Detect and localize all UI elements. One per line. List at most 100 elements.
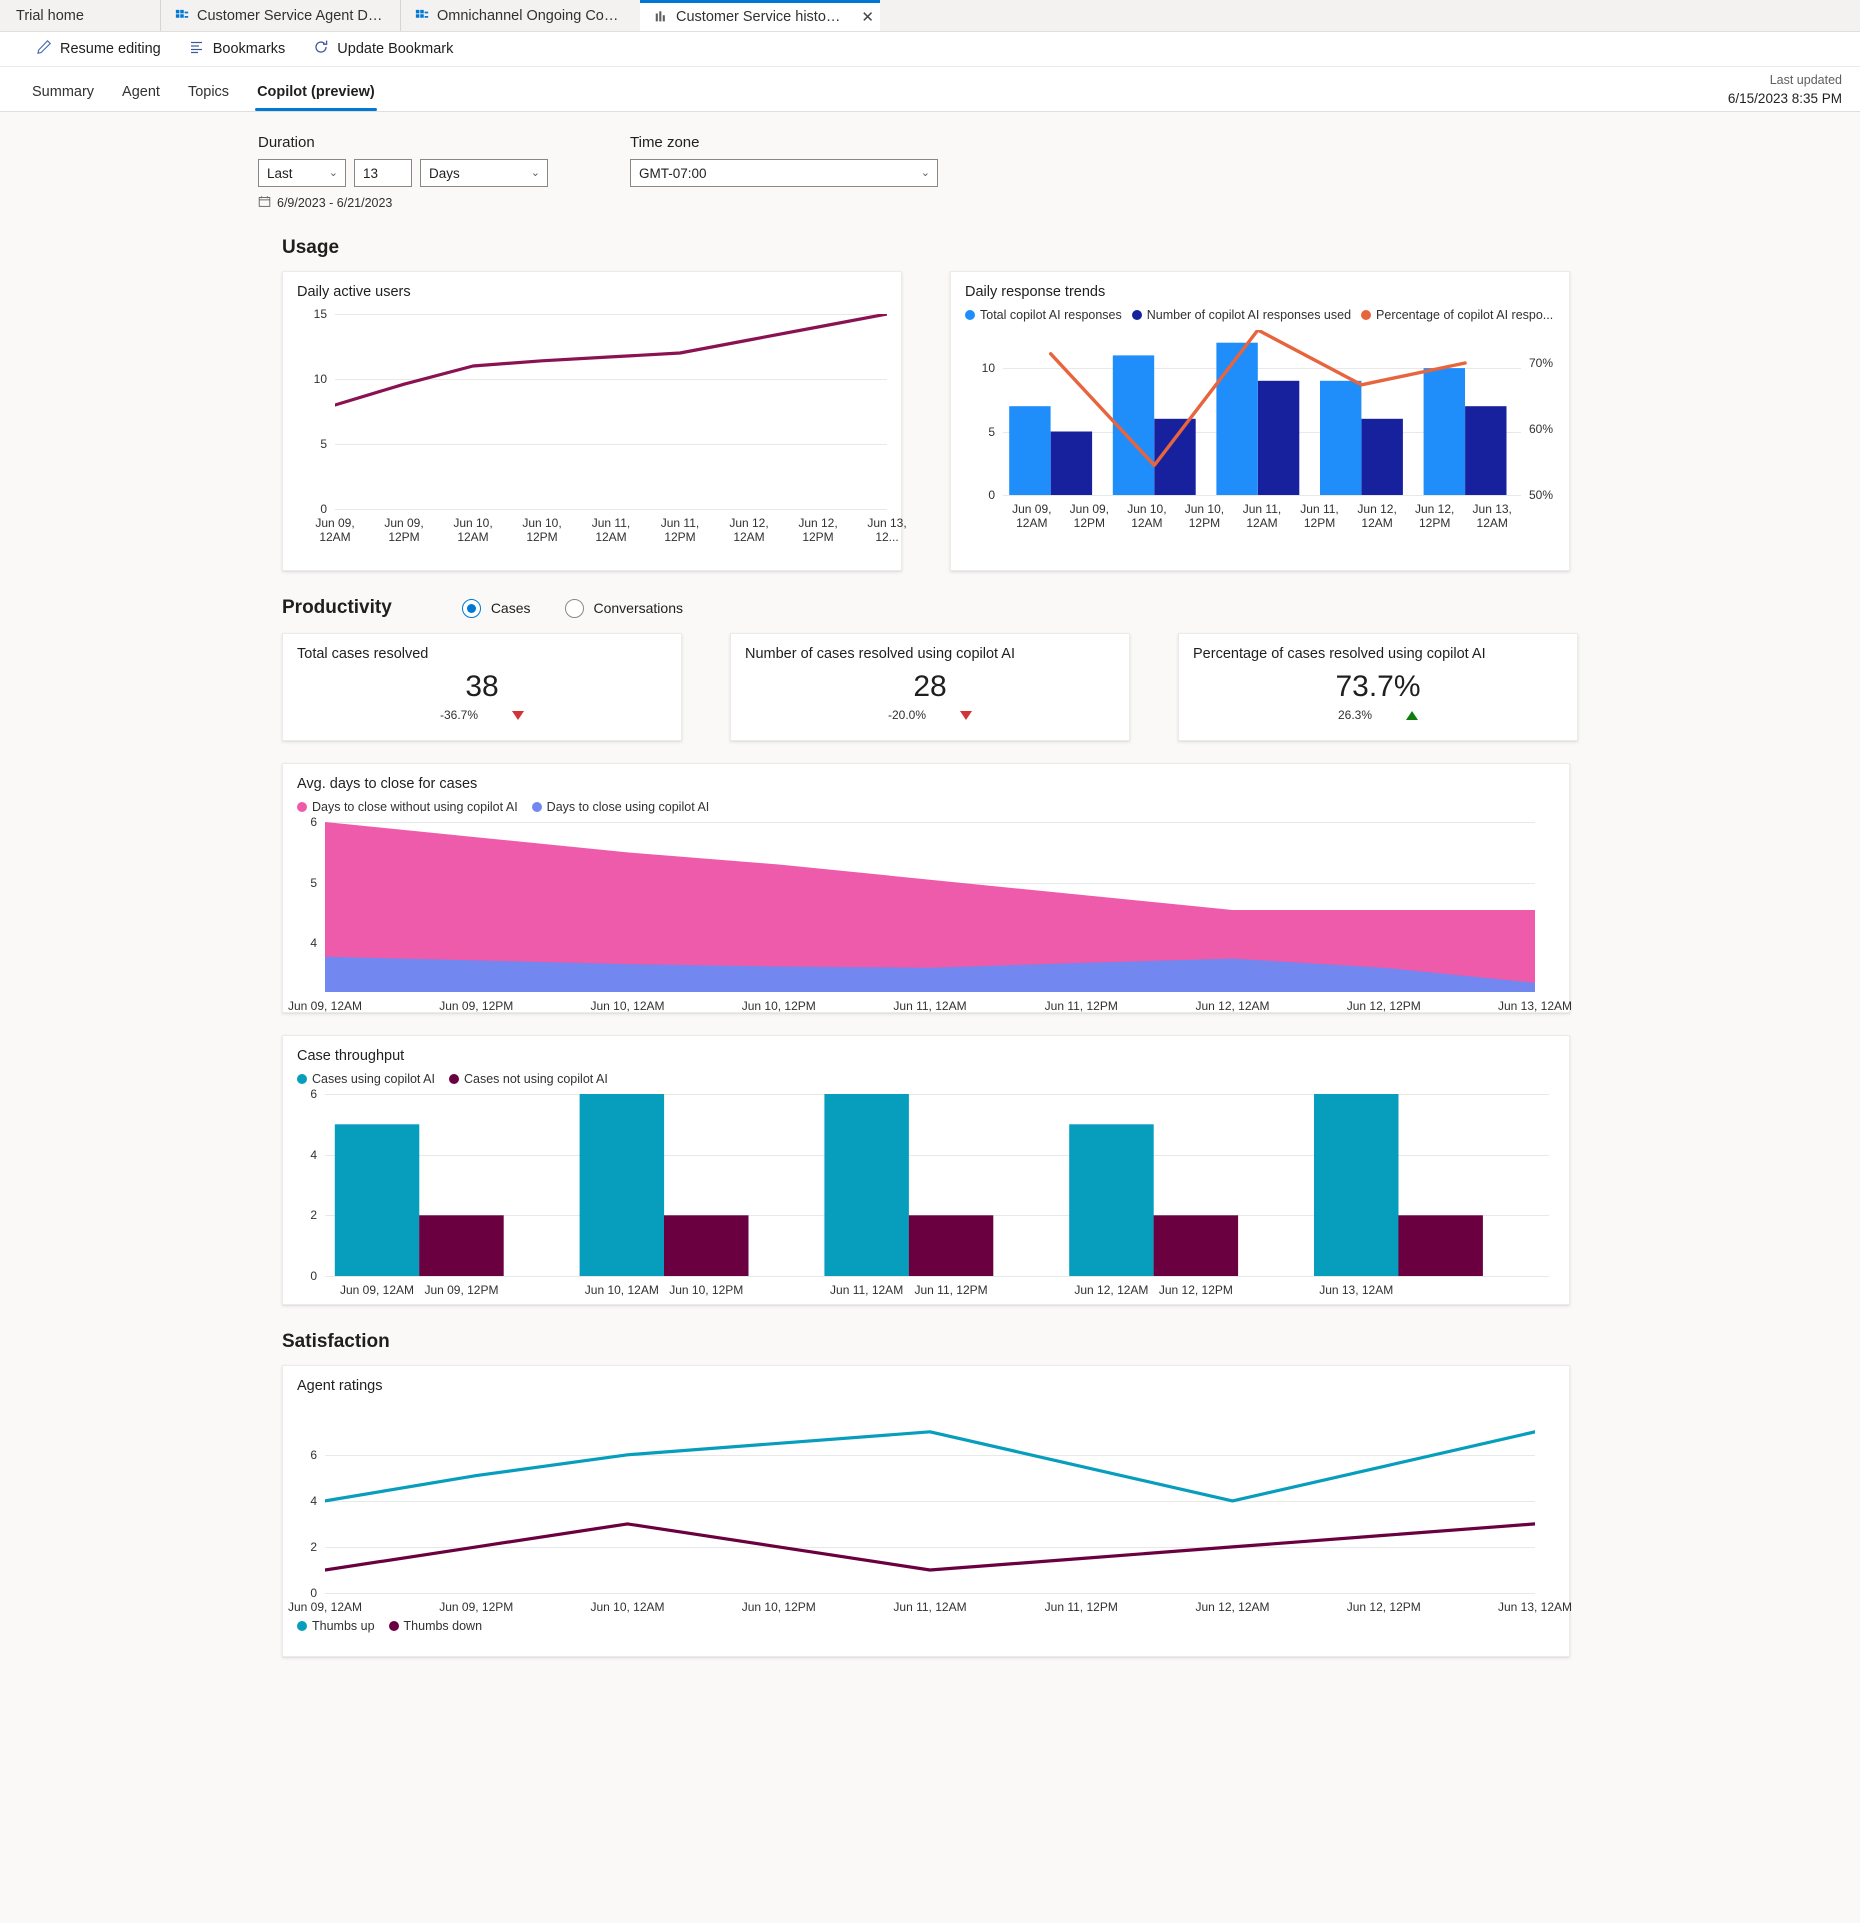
radio-cases[interactable]: Cases: [462, 599, 531, 618]
legend-dot-icon: [297, 1074, 307, 1084]
bar: [909, 1215, 994, 1276]
y-axis-tick: 0: [285, 1269, 317, 1283]
case-throughput-plot: 0246Jun 09, 12AMJun 09, 12PMJun 10, 12AM…: [325, 1094, 1549, 1276]
trial-home-label: Trial home: [16, 8, 84, 24]
section-title-usage: Usage: [282, 237, 1860, 259]
kpi-title: Total cases resolved: [283, 634, 681, 662]
section-title-satisfaction: Satisfaction: [282, 1331, 1860, 1353]
gridline: [325, 1593, 1535, 1594]
bookmarks-icon: [189, 39, 205, 59]
legend-item[interactable]: Cases not using copilot AI: [449, 1072, 608, 1086]
trend-down-icon: [512, 711, 524, 720]
x-axis-tick: Jun 13, 12AM: [1490, 1601, 1580, 1615]
last-updated: Last updated 6/15/2023 8:35 PM: [1728, 71, 1842, 109]
bookmarks-label: Bookmarks: [213, 41, 286, 57]
close-icon[interactable]: ✕: [861, 10, 874, 25]
y-axis-tick: 6: [285, 1087, 317, 1101]
trial-home-link[interactable]: Trial home: [0, 0, 160, 31]
duration-filter-group: Duration Last ⌄ 13 Days ⌄ 6/9/2023 - 6/2…: [258, 134, 548, 211]
kpi-value: 73.7%: [1179, 670, 1577, 704]
filter-bar: Duration Last ⌄ 13 Days ⌄ 6/9/2023 - 6/2…: [0, 112, 1860, 211]
chart-svg: [1003, 330, 1521, 495]
chart-svg: [325, 822, 1535, 992]
date-range-text: 6/9/2023 - 6/21/2023: [277, 196, 392, 210]
browser-tab-3[interactable]: Customer Service historica... ✕: [640, 0, 880, 31]
bar: [1216, 343, 1257, 495]
x-axis-tick: Jun 09, 12PM: [411, 1284, 511, 1298]
y-axis-tick: 10: [963, 361, 995, 375]
legend-item[interactable]: Thumbs down: [389, 1619, 483, 1633]
tab-summary-label: Summary: [32, 84, 94, 100]
chart-svg: [325, 1418, 1535, 1593]
update-bookmark-label: Update Bookmark: [337, 41, 453, 57]
chart-svg: [335, 314, 887, 509]
legend-item[interactable]: Percentage of copilot AI respo...: [1361, 308, 1553, 322]
tab-topics[interactable]: Topics: [174, 84, 243, 111]
legend-item[interactable]: Days to close using copilot AI: [532, 800, 710, 814]
legend-dot-icon: [297, 1621, 307, 1631]
chart-svg: [325, 1094, 1549, 1276]
radio-conversations[interactable]: Conversations: [565, 599, 684, 618]
browser-tab-3-label: Customer Service historica...: [676, 9, 843, 25]
avg-days-to-close-wrapper: Avg. days to close for cases Days to clo…: [0, 763, 1860, 1013]
duration-value-input[interactable]: 13: [354, 159, 412, 187]
kpi-title: Percentage of cases resolved using copil…: [1179, 634, 1577, 662]
legend-label: Cases not using copilot AI: [464, 1072, 608, 1086]
legend-item[interactable]: Thumbs up: [297, 1619, 375, 1633]
update-bookmark-button[interactable]: Update Bookmark: [301, 35, 465, 63]
bar: [1320, 381, 1361, 495]
resume-editing-button[interactable]: Resume editing: [24, 35, 173, 63]
x-axis-tick: Jun 09, 12AM: [280, 1601, 370, 1615]
bar: [1465, 406, 1506, 495]
gridline: [335, 509, 887, 510]
usage-chart-row: Daily active users 051015Jun 09, 12AMJun…: [0, 271, 1860, 571]
tab-agent[interactable]: Agent: [108, 84, 174, 111]
series-path: [325, 1524, 1535, 1570]
duration-unit-select[interactable]: Days ⌄: [420, 159, 548, 187]
card-avg-days-to-close: Avg. days to close for cases Days to clo…: [282, 763, 1570, 1013]
x-axis-tick: Jun 10, 12AM: [583, 1601, 673, 1615]
legend-label: Cases using copilot AI: [312, 1072, 435, 1086]
series-path: [325, 1432, 1535, 1501]
gridline: [1003, 495, 1521, 496]
browser-tab-1[interactable]: Customer Service Agent Dash...: [160, 0, 400, 31]
tab-copilot-preview[interactable]: Copilot (preview): [243, 84, 389, 111]
browser-tab-2[interactable]: Omnichannel Ongoing Conve...: [400, 0, 640, 31]
legend-dot-icon: [965, 310, 975, 320]
legend-item[interactable]: Total copilot AI responses: [965, 308, 1122, 322]
legend-dot-icon: [449, 1074, 459, 1084]
kpi-title: Number of cases resolved using copilot A…: [731, 634, 1129, 662]
daily-active-users-title: Daily active users: [283, 272, 901, 300]
y-axis-tick: 6: [285, 1448, 317, 1462]
kpi-delta-value: 26.3%: [1338, 708, 1372, 722]
y-axis-tick: 4: [285, 1494, 317, 1508]
command-bar: Resume editing Bookmarks Update Bookmark: [0, 32, 1860, 67]
y-axis-tick: 5: [295, 437, 327, 451]
bar: [1362, 419, 1403, 495]
bar: [580, 1094, 665, 1276]
tab-topics-label: Topics: [188, 84, 229, 100]
y-axis-tick: 5: [963, 425, 995, 439]
timezone-select[interactable]: GMT-07:00 ⌄: [630, 159, 938, 187]
bookmarks-button[interactable]: Bookmarks: [177, 35, 298, 63]
y-axis-tick: 0: [295, 502, 327, 516]
legend-dot-icon: [1361, 310, 1371, 320]
agent-ratings-title: Agent ratings: [283, 1366, 1569, 1394]
agent-ratings-plot: 0246Jun 09, 12AMJun 09, 12PMJun 10, 12AM…: [325, 1418, 1535, 1593]
date-range: 6/9/2023 - 6/21/2023: [258, 195, 548, 211]
x-axis-tick: Jun 13, 12AM: [1490, 1000, 1580, 1014]
x-axis-tick: Jun 12, 12PM: [1339, 1601, 1429, 1615]
duration-mode-select[interactable]: Last ⌄: [258, 159, 346, 187]
x-axis-tick: Jun 12, 12PM: [1146, 1284, 1246, 1298]
legend-item[interactable]: Days to close without using copilot AI: [297, 800, 518, 814]
legend-item[interactable]: Cases using copilot AI: [297, 1072, 435, 1086]
bar: [824, 1094, 909, 1276]
dashboard-icon: [415, 9, 429, 23]
legend-item[interactable]: Number of copilot AI responses used: [1132, 308, 1351, 322]
chevron-down-icon: ⌄: [329, 166, 338, 179]
tab-summary[interactable]: Summary: [18, 84, 108, 111]
tab-agent-label: Agent: [122, 84, 160, 100]
productivity-toggle: Cases Conversations: [462, 599, 683, 618]
calendar-icon: [258, 195, 271, 211]
legend-label: Thumbs up: [312, 1619, 375, 1633]
